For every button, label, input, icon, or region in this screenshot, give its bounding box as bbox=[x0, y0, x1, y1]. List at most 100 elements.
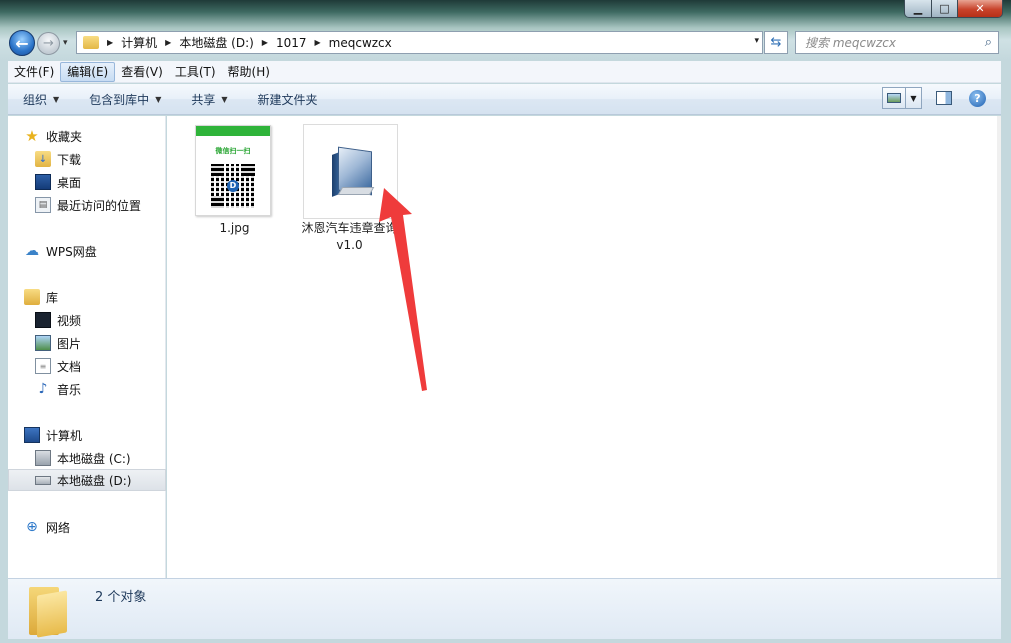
help-icon[interactable]: ? bbox=[969, 89, 986, 107]
sidebar-item-label: 图片 bbox=[57, 336, 82, 351]
cloud-icon: ☁ bbox=[25, 243, 39, 259]
folder-icon bbox=[27, 585, 71, 638]
sidebar-item-label: 网络 bbox=[46, 520, 71, 535]
downloads-icon: ↓ bbox=[35, 151, 51, 167]
search-input[interactable]: 搜索 meqcwzcx ⌕ bbox=[795, 31, 999, 54]
sidebar-item-libraries[interactable]: 库 bbox=[24, 286, 182, 308]
caret-down-icon: ▼ bbox=[155, 94, 162, 104]
change-view-button[interactable] bbox=[882, 87, 906, 109]
recent-places-icon: ▤ bbox=[35, 197, 51, 213]
drive-c-icon bbox=[35, 450, 51, 466]
sidebar-item-label: 音乐 bbox=[57, 382, 82, 397]
sidebar-item-drive-d[interactable]: 本地磁盘 (D:) bbox=[8, 469, 166, 491]
share-label: 共享 bbox=[191, 92, 216, 107]
file-name: 1.jpg bbox=[219, 221, 250, 235]
sidebar-item-label: WPS网盘 bbox=[46, 244, 97, 259]
qr-code-icon: D bbox=[211, 164, 255, 208]
minimize-button[interactable]: ▁ bbox=[905, 0, 932, 17]
refresh-button[interactable]: ⇆ bbox=[764, 31, 788, 54]
share-button[interactable]: 共享 ▼ bbox=[176, 91, 242, 108]
breadcrumb-meqcwzcx[interactable]: meqcwzcx bbox=[329, 36, 392, 50]
sidebar-item-label: 本地磁盘 (D:) bbox=[57, 473, 132, 488]
image-thumbnail: 微信扫一扫 D bbox=[195, 125, 271, 216]
breadcrumb-separator-icon[interactable]: ▶ bbox=[262, 38, 268, 47]
star-icon: ★ bbox=[25, 127, 39, 145]
computer-icon bbox=[24, 427, 40, 443]
sidebar-item-label: 最近访问的位置 bbox=[57, 198, 142, 213]
file-item-app[interactable]: 沐恩汽车违章查询v1.0 bbox=[297, 116, 402, 256]
sidebar-item-wps-drive[interactable]: ☁ WPS网盘 bbox=[24, 240, 182, 262]
organize-button[interactable]: 组织 ▼ bbox=[8, 91, 74, 108]
breadcrumb-separator-icon[interactable]: ▶ bbox=[107, 38, 113, 47]
forward-button[interactable]: → bbox=[37, 32, 60, 55]
maximize-button[interactable]: □ bbox=[932, 0, 958, 17]
sidebar-item-label: 下载 bbox=[57, 152, 82, 167]
new-folder-label: 新建文件夹 bbox=[257, 92, 318, 107]
pictures-icon bbox=[35, 335, 51, 351]
sidebar-item-network[interactable]: ⊕ 网络 bbox=[24, 516, 182, 538]
view-options-dropdown[interactable]: ▼ bbox=[906, 87, 922, 109]
search-placeholder: 搜索 meqcwzcx bbox=[805, 36, 896, 50]
menu-view[interactable]: 查看(V) bbox=[115, 62, 169, 82]
menu-file[interactable]: 文件(F) bbox=[8, 62, 60, 82]
breadcrumb-separator-icon[interactable]: ▶ bbox=[165, 38, 171, 47]
address-bar[interactable]: ▶ 计算机 ▶ 本地磁盘 (D:) ▶ 1017 ▶ meqcwzcx ▾ bbox=[76, 31, 763, 54]
thumbnail-header bbox=[196, 126, 270, 136]
caret-down-icon: ▼ bbox=[910, 93, 917, 103]
folder-icon bbox=[83, 36, 99, 49]
video-icon bbox=[35, 312, 51, 328]
sidebar-item-label: 收藏夹 bbox=[46, 129, 83, 144]
view-icon bbox=[887, 93, 901, 103]
caret-down-icon: ▼ bbox=[221, 94, 228, 104]
drive-d-icon bbox=[35, 475, 51, 485]
sidebar-item-label: 桌面 bbox=[57, 175, 82, 190]
sidebar-item-computer[interactable]: 计算机 bbox=[24, 424, 182, 446]
application-thumbnail bbox=[303, 124, 398, 219]
menu-edit[interactable]: 编辑(E) bbox=[60, 61, 116, 82]
thumbnail-scan-text: 微信扫一扫 bbox=[215, 147, 251, 155]
window-controls: ▁ □ ✕ bbox=[904, 0, 1003, 18]
menu-help[interactable]: 帮助(H) bbox=[222, 62, 276, 82]
caret-down-icon: ▼ bbox=[53, 94, 60, 104]
new-folder-button[interactable]: 新建文件夹 bbox=[243, 91, 333, 108]
scrollbar[interactable] bbox=[997, 116, 1001, 578]
qr-logo-icon: D bbox=[227, 180, 239, 192]
file-name: 沐恩汽车违章查询v1.0 bbox=[301, 221, 398, 252]
menu-bar: 文件(F) 编辑(E) 查看(V) 工具(T) 帮助(H) bbox=[8, 61, 1001, 83]
navigation-bar: ← → ▾ ▶ 计算机 ▶ 本地磁盘 (D:) ▶ 1017 ▶ meqcwzc… bbox=[0, 28, 1011, 58]
toolbar-right: ▼ ? bbox=[882, 87, 1001, 109]
organize-label: 组织 bbox=[23, 92, 48, 107]
sidebar-item-label: 计算机 bbox=[46, 428, 83, 443]
address-dropdown-icon[interactable]: ▾ bbox=[754, 36, 759, 46]
music-icon: ♪ bbox=[38, 381, 48, 397]
breadcrumb-drive-d[interactable]: 本地磁盘 (D:) bbox=[179, 34, 253, 51]
command-bar: 组织 ▼ 包含到库中 ▼ 共享 ▼ 新建文件夹 ▼ ? bbox=[8, 84, 1001, 115]
item-count: 2 个对象 bbox=[95, 590, 147, 605]
file-item-1-jpg[interactable]: 微信扫一扫 D 1.jpg bbox=[167, 116, 302, 246]
close-button[interactable]: ✕ bbox=[958, 0, 1002, 17]
search-icon[interactable]: ⌕ bbox=[985, 35, 992, 50]
sidebar-item-label: 库 bbox=[46, 290, 59, 305]
library-icon bbox=[24, 289, 40, 305]
sidebar-item-label: 文档 bbox=[57, 359, 82, 374]
sidebar-item-favorites[interactable]: ★ 收藏夹 bbox=[24, 125, 182, 147]
breadcrumb-1017[interactable]: 1017 bbox=[276, 36, 307, 50]
desktop-icon bbox=[35, 174, 51, 190]
menu-tools[interactable]: 工具(T) bbox=[169, 62, 222, 82]
back-button[interactable]: ← bbox=[9, 30, 35, 56]
breadcrumb-computer[interactable]: 计算机 bbox=[121, 34, 157, 51]
application-icon bbox=[330, 146, 375, 197]
sidebar-item-label: 本地磁盘 (C:) bbox=[57, 451, 131, 466]
include-in-library-button[interactable]: 包含到库中 ▼ bbox=[74, 91, 176, 108]
details-pane: 2 个对象 bbox=[8, 578, 1001, 639]
breadcrumb-separator-icon[interactable]: ▶ bbox=[315, 38, 321, 47]
sidebar-item-label: 视频 bbox=[57, 313, 82, 328]
include-in-library-label: 包含到库中 bbox=[89, 92, 150, 107]
network-icon: ⊕ bbox=[26, 519, 38, 535]
documents-icon: ≡ bbox=[35, 358, 51, 374]
folder-icon-front bbox=[37, 590, 67, 638]
preview-pane-icon[interactable] bbox=[936, 91, 952, 105]
history-dropdown-icon[interactable]: ▾ bbox=[63, 38, 68, 48]
file-list[interactable]: 微信扫一扫 D 1.jpg 沐恩汽车违章查询v1.0 bbox=[167, 116, 997, 578]
application-icon-pages bbox=[337, 187, 375, 195]
